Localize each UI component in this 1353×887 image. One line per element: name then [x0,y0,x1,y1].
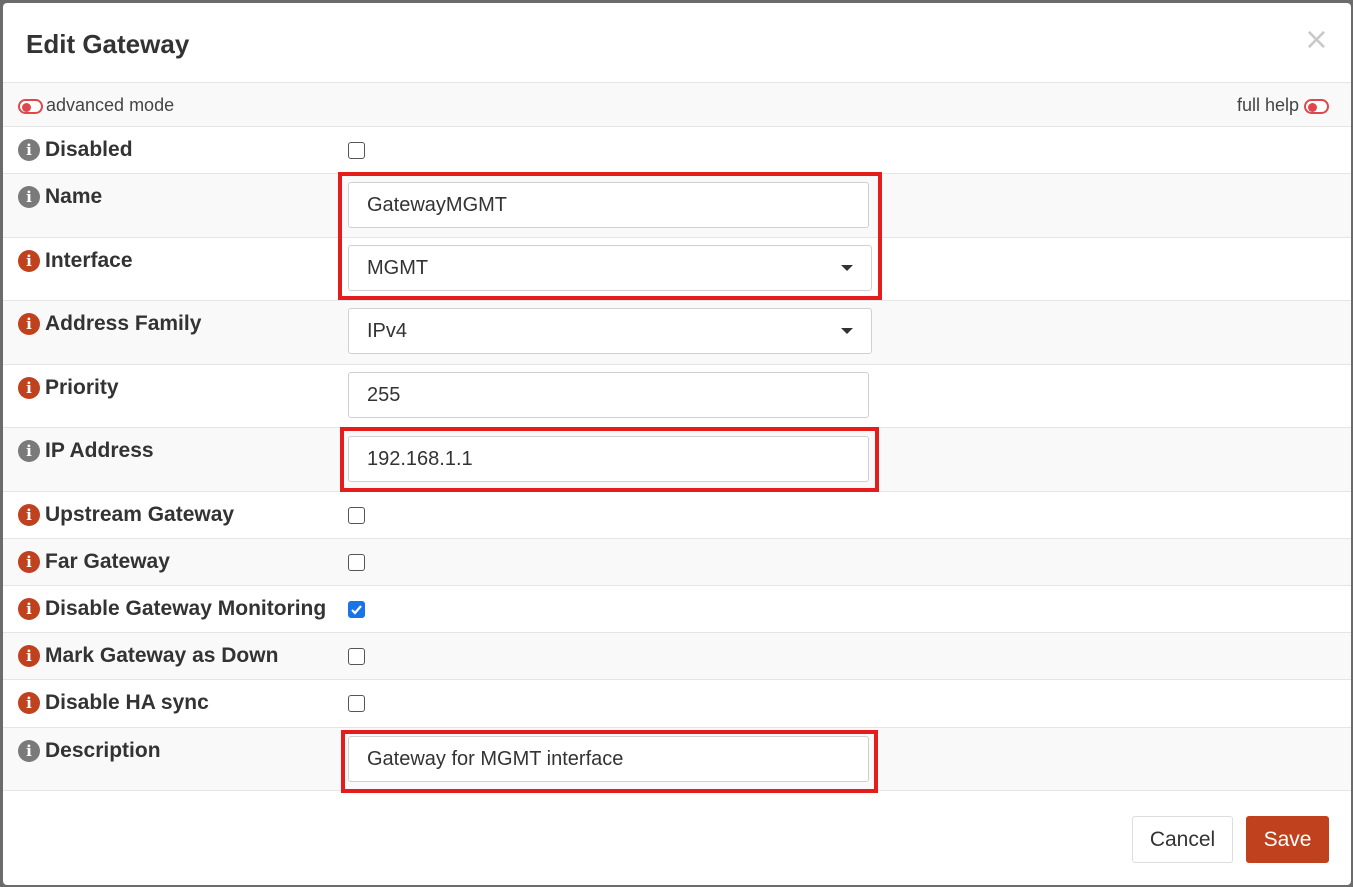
full-help-label: full help [1236,95,1299,115]
disable-gateway-monitoring-checkbox[interactable] [348,601,365,618]
info-icon[interactable]: i [18,313,40,335]
field-label: Interface [45,249,133,272]
description-input[interactable]: Gateway for MGMT interface [348,736,869,782]
info-icon[interactable]: i [18,692,40,714]
toggle-icon[interactable] [18,98,43,114]
priority-input[interactable]: 255 [348,372,869,418]
name-input[interactable]: GatewayMGMT [348,182,869,228]
close-icon[interactable]: × [1304,25,1329,55]
dialog-title: Edit Gateway [26,29,190,59]
row-ip-address: i IP Address 192.168.1.1 [3,428,1351,492]
info-icon[interactable]: i [18,377,40,399]
row-far-gateway: i Far Gateway [3,539,1351,586]
toggle-icon[interactable] [1304,98,1329,114]
info-icon[interactable]: i [18,186,40,208]
edit-gateway-dialog: Edit Gateway × advanced mode full help i… [3,3,1351,885]
row-name: i Name GatewayMGMT [3,174,1351,238]
advanced-mode-label: advanced mode [46,95,175,115]
row-priority: i Priority 255 [3,365,1351,428]
info-icon[interactable]: i [18,645,40,667]
info-icon[interactable]: i [18,440,40,462]
info-icon[interactable]: i [18,598,40,620]
field-label: Far Gateway [45,550,170,573]
field-label: Mark Gateway as Down [45,644,279,667]
full-help-toggle[interactable]: full help [1237,95,1329,116]
field-label: Priority [45,376,119,399]
field-label: Disable HA sync [45,691,209,714]
field-label: Disable Gateway Monitoring [45,597,327,620]
field-label: Disabled [45,138,133,161]
row-disabled: i Disabled [3,127,1351,174]
disable-ha-sync-checkbox[interactable] [348,695,365,712]
upstream-gateway-checkbox[interactable] [348,507,365,524]
advanced-mode-toggle[interactable]: advanced mode [18,95,174,116]
address-family-select-value: IPv4 [367,320,408,342]
info-icon[interactable]: i [18,139,40,161]
row-interface: i Interface MGMT [3,238,1351,301]
field-label: IP Address [45,439,154,462]
cancel-button[interactable]: Cancel [1132,816,1233,863]
field-label: Description [45,739,161,762]
row-mark-gateway-down: i Mark Gateway as Down [3,633,1351,680]
far-gateway-checkbox[interactable] [348,554,365,571]
mode-toggles-row: advanced mode full help [3,83,1351,127]
row-disable-ha-sync: i Disable HA sync [3,680,1351,728]
row-upstream-gateway: i Upstream Gateway [3,492,1351,539]
disabled-checkbox[interactable] [348,142,365,159]
address-family-select[interactable]: IPv4 [348,308,872,354]
row-description: i Description Gateway for MGMT interface [3,728,1351,791]
chevron-down-icon [841,328,853,334]
save-button[interactable]: Save [1246,816,1329,863]
interface-select-value: MGMT [367,257,429,279]
dialog-header: Edit Gateway × [3,3,1351,83]
info-icon[interactable]: i [18,250,40,272]
info-icon[interactable]: i [18,504,40,526]
ip-address-input[interactable]: 192.168.1.1 [348,436,869,482]
info-icon[interactable]: i [18,551,40,573]
interface-select[interactable]: MGMT [348,245,872,291]
field-label: Upstream Gateway [45,503,235,526]
row-address-family: i Address Family IPv4 [3,301,1351,365]
info-icon[interactable]: i [18,740,40,762]
chevron-down-icon [841,265,853,271]
form-body: i Disabled i Name GatewayMGMT i Interface M… [3,127,1351,791]
checkmark-icon [351,605,362,615]
field-label: Address Family [45,312,202,335]
mark-gateway-down-checkbox[interactable] [348,648,365,665]
dialog-footer: Cancel Save [3,791,1351,885]
row-disable-gateway-monitoring: i Disable Gateway Monitoring [3,586,1351,633]
field-label: Name [45,185,103,208]
